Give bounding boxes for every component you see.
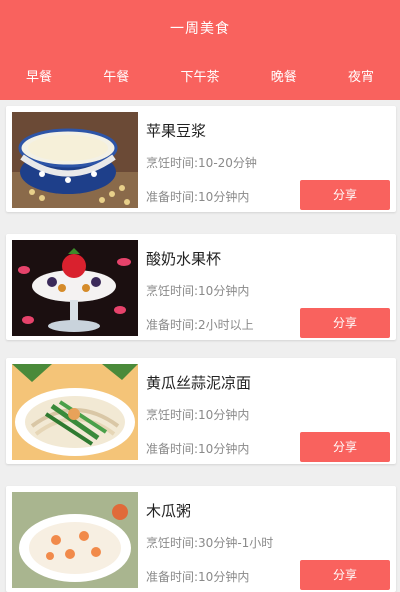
yogurt-fruit-cup-photo bbox=[12, 240, 138, 336]
cold-noodles-photo bbox=[12, 364, 138, 460]
recipe-photo bbox=[12, 364, 138, 460]
recipe-name: 苹果豆浆 bbox=[146, 122, 207, 140]
cook-time: 烹饪时间:10分钟内 bbox=[146, 408, 250, 422]
recipe-photo bbox=[12, 240, 138, 336]
app-header: 一周美食 早餐 午餐 下午茶 晚餐 夜宵 bbox=[0, 0, 400, 100]
recipe-card[interactable]: 酸奶水果杯 烹饪时间:10分钟内 准备时间:2小时以上 分享 bbox=[6, 234, 396, 340]
recipe-name: 酸奶水果杯 bbox=[146, 250, 222, 268]
cook-time: 烹饪时间:10-20分钟 bbox=[146, 156, 257, 170]
tab-dinner[interactable]: 晚餐 bbox=[271, 66, 297, 88]
recipe-photo bbox=[12, 112, 138, 208]
soy-milk-photo bbox=[12, 112, 138, 208]
cook-time: 烹饪时间:30分钟-1小时 bbox=[146, 536, 274, 550]
recipe-card[interactable]: 黄瓜丝蒜泥凉面 烹饪时间:10分钟内 准备时间:10分钟内 分享 bbox=[6, 358, 396, 464]
recipe-name: 木瓜粥 bbox=[146, 502, 192, 520]
tab-lunch[interactable]: 午餐 bbox=[103, 66, 129, 88]
cook-time: 烹饪时间:10分钟内 bbox=[146, 284, 250, 298]
recipe-card[interactable]: 苹果豆浆 烹饪时间:10-20分钟 准备时间:10分钟内 分享 bbox=[6, 106, 396, 212]
share-button[interactable]: 分享 bbox=[300, 180, 390, 210]
tab-late-snack[interactable]: 夜宵 bbox=[348, 66, 374, 88]
tab-breakfast[interactable]: 早餐 bbox=[26, 66, 52, 88]
recipe-card[interactable]: 木瓜粥 烹饪时间:30分钟-1小时 准备时间:10分钟内 分享 bbox=[6, 486, 396, 592]
share-button[interactable]: 分享 bbox=[300, 308, 390, 338]
prep-time: 准备时间:10分钟内 bbox=[146, 442, 250, 456]
prep-time: 准备时间:10分钟内 bbox=[146, 570, 250, 584]
recipe-name: 黄瓜丝蒜泥凉面 bbox=[146, 374, 252, 392]
share-button[interactable]: 分享 bbox=[300, 560, 390, 590]
meal-tabs: 早餐 午餐 下午茶 晚餐 夜宵 bbox=[0, 66, 400, 88]
page-title: 一周美食 bbox=[170, 21, 230, 37]
papaya-porridge-photo bbox=[12, 492, 138, 588]
recipe-photo bbox=[12, 492, 138, 588]
tab-afternoon-tea[interactable]: 下午茶 bbox=[180, 66, 219, 88]
prep-time: 准备时间:10分钟内 bbox=[146, 190, 250, 204]
prep-time: 准备时间:2小时以上 bbox=[146, 318, 254, 332]
share-button[interactable]: 分享 bbox=[300, 432, 390, 462]
